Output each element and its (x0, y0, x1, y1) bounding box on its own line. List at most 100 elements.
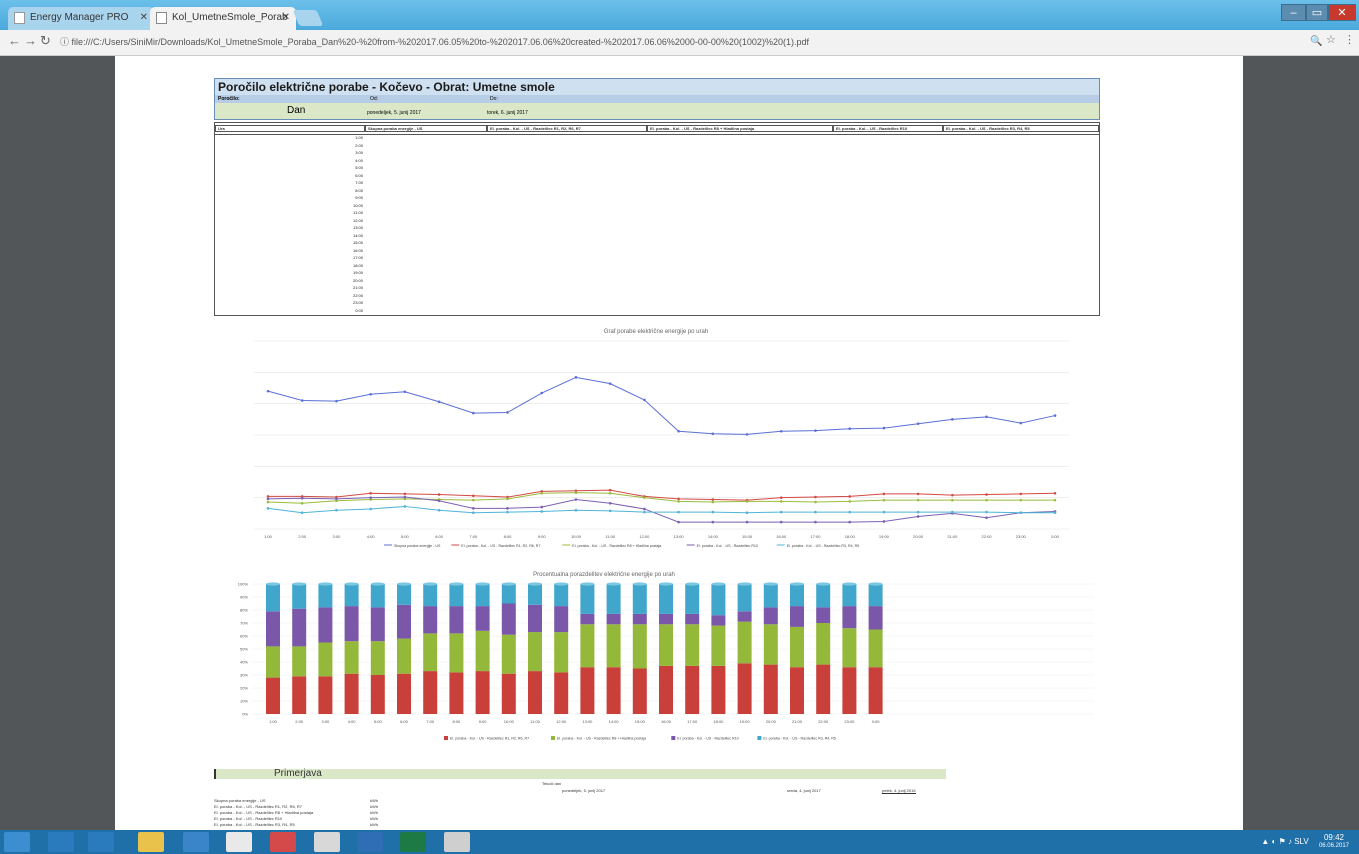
zoom-icon[interactable]: 🔍 (1310, 36, 1322, 47)
maximize-button[interactable]: ▭ (1306, 4, 1328, 21)
data-point (916, 492, 920, 496)
line-chart: Graf porabe električne energije po urah 1… (214, 321, 1098, 556)
taskview-icon[interactable] (48, 832, 74, 852)
star-icon[interactable]: ☆ (1326, 33, 1336, 46)
col-hour: Ura (215, 125, 365, 132)
tab-energy-manager[interactable]: Energy Manager PRO ✕ (8, 7, 154, 30)
close-button[interactable]: ✕ (1328, 4, 1356, 21)
chart-title: Graf porabe električne energije po urah (604, 329, 708, 335)
bar-segment (266, 611, 280, 647)
paint-icon[interactable] (444, 832, 470, 852)
y-tick-label: 100% (238, 582, 249, 587)
x-tick-label: 9:00 (538, 534, 547, 539)
teamviewer-icon[interactable] (357, 832, 383, 852)
hour-cell: 6:00 (355, 172, 363, 178)
bar-segment (501, 584, 516, 604)
clock-date: 06.06.2017 (1318, 843, 1349, 849)
system-tray[interactable]: ▲ ◐ ⚑ ♪ SLV 09:42 06.06.2017 (1261, 834, 1349, 850)
data-point (574, 508, 578, 512)
remote-desktop-icon[interactable] (314, 832, 340, 852)
x-tick-label: 12:00 (639, 534, 650, 539)
data-point (403, 505, 407, 508)
hour-cell: 5:00 (355, 165, 363, 170)
file-explorer-icon[interactable] (138, 832, 164, 852)
data-point (779, 500, 783, 503)
menu-icon[interactable]: ⋮ (1344, 33, 1355, 46)
bar-segment (606, 613, 621, 625)
bar-segment (816, 623, 831, 665)
pdf-viewer[interactable]: Poročilo električne porabe - Kočevo - Ob… (0, 56, 1359, 830)
bar-segment (606, 584, 621, 614)
data-point (643, 398, 646, 402)
x-tick-label: 10:00 (571, 534, 582, 539)
data-point (916, 422, 920, 426)
x-tick-label: 13:00 (674, 534, 685, 539)
address-bar[interactable]: ⓘ file:///C:/Users/SiniMir/Downloads/Kol… (60, 33, 1300, 51)
app-icon[interactable] (88, 832, 114, 852)
col-total: Skupna poraba energije - US (365, 125, 487, 132)
table-header: Ura Skupna poraba energije - US El. pora… (215, 123, 1099, 135)
x-tick-label: 23:00 (1016, 534, 1027, 539)
data-point (711, 520, 715, 524)
bar-cap (475, 582, 490, 586)
data-point (608, 509, 612, 513)
data-point (951, 498, 954, 502)
bar-segment (266, 646, 280, 678)
windows-start-icon[interactable] (4, 832, 30, 852)
chrome-icon[interactable] (226, 832, 252, 852)
minimize-button[interactable]: – (1281, 4, 1306, 21)
close-tab-icon[interactable]: ✕ (282, 7, 290, 29)
data-point (814, 500, 817, 504)
bar-segment (790, 584, 804, 607)
forward-icon[interactable]: → (24, 33, 37, 48)
data-point (1053, 491, 1057, 495)
x-tick-label: 6:00 (400, 719, 409, 724)
comparison-row-label: El. poraba - Kol. - US - Razdelilec R1, … (214, 804, 303, 809)
bar-segment (632, 584, 647, 614)
data-point (882, 426, 886, 430)
data-point (608, 491, 612, 495)
bar-segment (475, 584, 490, 607)
table-row: 22:00 (215, 293, 1099, 299)
tab-pdf-report[interactable]: Kol_UmetneSmole_Porab ✕ (150, 7, 296, 30)
new-tab-button[interactable] (292, 10, 324, 26)
report-period-row: Dan ponedeljek, 5. junij 2017 torek, 6. … (215, 103, 1099, 119)
x-tick-label: 11:00 (530, 719, 540, 724)
bar-segment (423, 671, 438, 714)
bar-segment (659, 613, 673, 625)
data-point (951, 510, 954, 514)
x-tick-label: 8:00 (504, 534, 513, 539)
series-line (267, 496, 1056, 523)
bar-segment (763, 607, 778, 625)
hour-cell: 11:00 (353, 210, 363, 215)
bar-segment (763, 624, 778, 665)
data-point (472, 411, 475, 415)
energy-manager-icon[interactable] (270, 832, 296, 852)
close-tab-icon[interactable]: ✕ (140, 7, 148, 29)
data-point (437, 508, 441, 512)
legend-entry: Skupna poraba energije - US (394, 544, 441, 548)
bar-segment (344, 584, 359, 607)
bar-segment (528, 671, 542, 714)
report-title: Poročilo električne porabe - Kočevo - Ob… (215, 79, 1099, 95)
pdf-page: Poročilo električne porabe - Kočevo - Ob… (115, 56, 1243, 830)
data-point (916, 510, 920, 514)
data-point (574, 376, 578, 379)
hour-cell: 2:00 (355, 142, 363, 148)
x-tick-label: 20:00 (913, 534, 924, 539)
taskbar: ▲ ◐ ⚑ ♪ SLV 09:42 06.06.2017 (0, 830, 1359, 854)
x-tick-label: 21:00 (792, 719, 803, 724)
bar-segment (292, 608, 307, 647)
y-tick-label: 50% (240, 647, 248, 652)
internet-explorer-icon[interactable] (183, 832, 209, 852)
excel-icon[interactable] (400, 832, 426, 852)
bar-cap (868, 582, 883, 586)
data-point (608, 502, 612, 505)
from-date: ponedeljek, 5. junij 2017 (367, 110, 421, 116)
bar-segment (659, 665, 673, 714)
data-point (266, 495, 270, 498)
bar-segment (501, 634, 516, 674)
reload-icon[interactable]: ↻ (40, 33, 51, 49)
back-icon[interactable]: ← (8, 33, 21, 48)
bar-segment (449, 584, 464, 607)
